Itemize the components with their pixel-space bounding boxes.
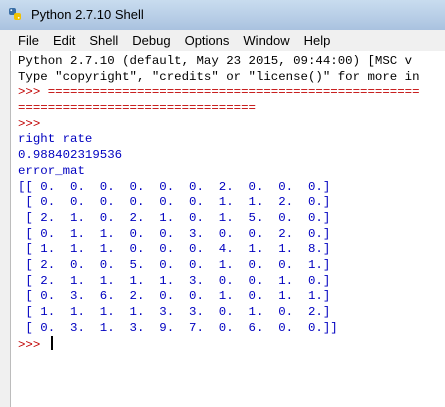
shell-output: Python 2.7.10 (default, May 23 2015, 09:… — [11, 51, 445, 352]
title-bar[interactable]: Python 2.7.10 Shell — [0, 0, 445, 31]
shell-line: [ 2. 0. 0. 5. 0. 0. 1. 0. 0. 1.] — [18, 257, 331, 272]
menu-bar: File Edit Shell Debug Options Window Hel… — [0, 30, 445, 52]
shell-line: >>> — [18, 116, 48, 131]
shell-line: error_mat — [18, 163, 85, 178]
shell-line: [ 0. 0. 0. 0. 0. 0. 1. 1. 2. 0.] — [18, 195, 331, 210]
menu-edit[interactable]: Edit — [46, 30, 82, 51]
shell-line: [ 0. 3. 6. 2. 0. 0. 1. 0. 1. 1.] — [18, 289, 331, 304]
shell-line: ================================ — [18, 101, 256, 116]
window-left-border — [0, 51, 10, 407]
shell-line: [ 1. 1. 1. 1. 3. 3. 0. 1. 0. 2.] — [18, 305, 331, 319]
menu-shell[interactable]: Shell — [82, 30, 125, 51]
shell-line: [ 0. 1. 1. 0. 0. 3. 0. 0. 2. 0.] — [18, 226, 331, 241]
shell-text-area[interactable]: Python 2.7.10 (default, May 23 2015, 09:… — [10, 51, 445, 407]
shell-line: [[ 0. 0. 0. 0. 0. 0. 2. 0. 0. 0.] — [18, 179, 331, 194]
shell-line: >>> ====================================… — [18, 85, 420, 100]
shell-line: 0.988402319536 — [18, 148, 123, 163]
menu-help[interactable]: Help — [297, 30, 338, 51]
python-logo-icon — [9, 8, 21, 20]
shell-line: [ 2. 1. 1. 1. 1. 3. 0. 0. 1. 0.] — [18, 273, 331, 288]
shell-line: Python 2.7.10 (default, May 23 2015, 09:… — [18, 54, 413, 68]
menu-debug[interactable]: Debug — [125, 30, 177, 51]
shell-input-prompt[interactable]: >>> — [18, 336, 445, 352]
shell-line: Type "copyright", "credits" or "license(… — [18, 69, 420, 84]
shell-line: [ 0. 3. 1. 3. 9. 7. 0. 6. 0. 0.]] — [18, 320, 338, 335]
menu-file[interactable]: File — [0, 30, 46, 51]
menu-window[interactable]: Window — [236, 30, 296, 51]
shell-line: [ 1. 1. 1. 0. 0. 0. 4. 1. 1. 8.] — [18, 242, 331, 257]
text-cursor — [50, 336, 53, 351]
shell-line: [ 2. 1. 0. 2. 1. 0. 1. 5. 0. 0.] — [18, 210, 331, 225]
window-title: Python 2.7.10 Shell — [31, 7, 144, 22]
menu-options[interactable]: Options — [178, 30, 237, 51]
shell-line: right rate — [18, 132, 93, 147]
